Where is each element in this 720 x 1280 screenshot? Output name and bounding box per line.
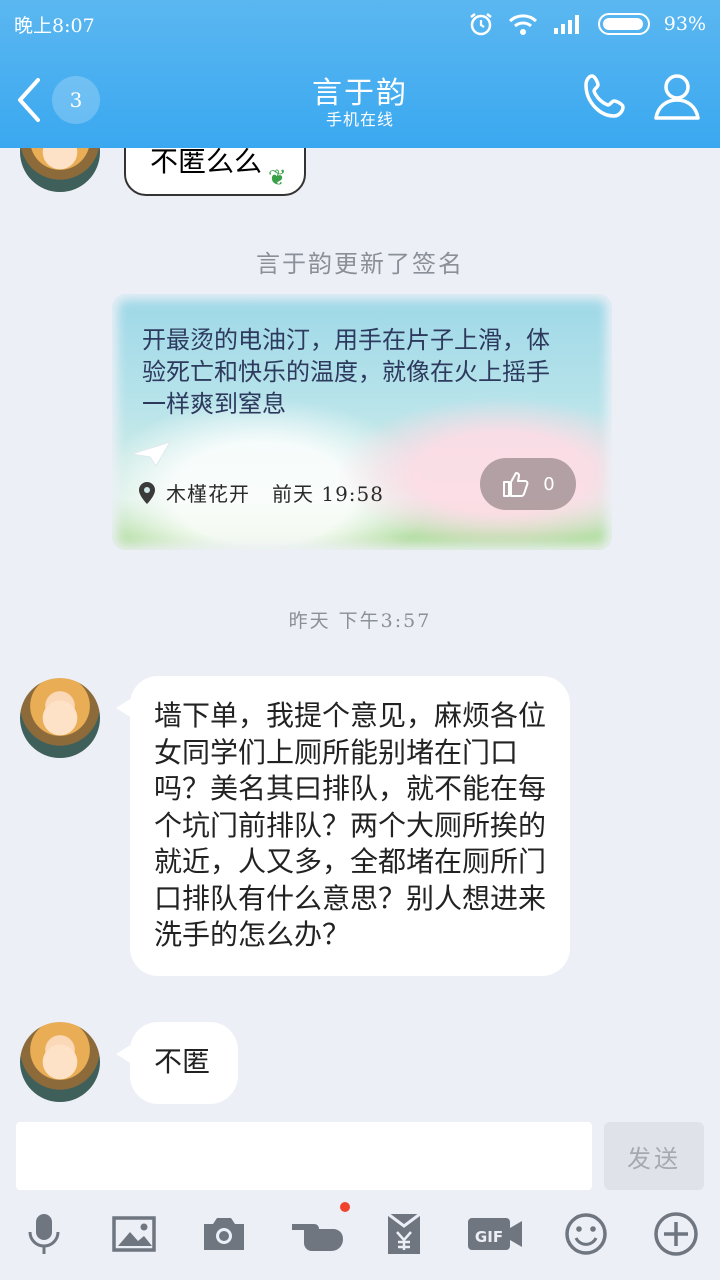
status-icons: 93% [468,11,706,37]
message-bubble[interactable]: 墙下单，我提个意见，麻烦各位女同学们上厕所能别堵在门口吗？美名其曰排队，就不能在… [116,676,570,976]
toolbar: GIF [0,1202,720,1270]
like-count: 0 [543,473,555,495]
signature-meta: 木槿花开 前天 19:58 [138,478,384,507]
signature-notice: 言于韵更新了签名 [256,250,464,278]
svg-text:GIF: GIF [475,1228,503,1246]
profile-button[interactable] [650,70,704,122]
input-bar: 发送 GIF [0,1118,720,1280]
battery-icon [597,13,650,35]
message-text: 墙下单，我提个意见，麻烦各位女同学们上厕所能别堵在门口吗？美名其曰排队，就不能在… [154,699,547,951]
timestamp: 昨天 下午3:57 [288,610,432,632]
nav-bar: 3 言于韵 手机在线 [0,60,720,140]
leaf-icon: ❦ [268,166,287,191]
camera-icon[interactable] [200,1210,248,1258]
avatar[interactable] [20,678,100,758]
message-bubble[interactable]: 不匿 [116,1022,238,1104]
thumbs-up-icon [503,472,529,497]
battery-percent: 93% [663,13,706,35]
plus-icon[interactable] [652,1210,700,1258]
signature-text: 开最烫的电油汀，用手在片子上滑，体验死亡和快乐的温度，就像在火上摇手一样爽到窒息 [142,326,550,418]
phone-icon [584,74,625,118]
status-time: 晚上8:07 [14,14,95,37]
status-bar: 晚上8:07 93% [0,0,720,48]
poke-icon[interactable] [290,1210,346,1258]
send-button[interactable]: 发送 [604,1122,704,1190]
microphone-icon[interactable] [20,1210,68,1258]
avatar[interactable] [20,1022,100,1102]
person-icon [654,74,700,120]
paper-plane-icon [131,441,172,467]
gif-icon[interactable]: GIF [466,1210,524,1258]
alarm-icon [470,13,492,36]
emoji-icon[interactable] [562,1210,610,1258]
signature-card[interactable]: 开最烫的电油汀，用手在片子上滑，体验死亡和快乐的温度，就像在火上摇手一样爽到窒息… [112,294,612,550]
like-button[interactable]: 0 [480,458,576,510]
message-input[interactable] [16,1122,592,1190]
signature-location: 木槿花开 [166,482,250,506]
top-bar: 晚上8:07 93% 3 言于韵 手机在线 [0,0,720,148]
wifi-icon [508,14,537,35]
signal-icon [553,15,579,34]
chat-area[interactable]: 不匿么么 ❦ 言于韵更新了签名 开最烫的电油汀，用手在片子上滑，体验死亡和快乐的… [0,148,720,1118]
signature-time: 前天 19:58 [272,482,384,506]
avatar[interactable] [20,148,100,192]
location-pin-icon [139,481,155,504]
image-icon[interactable] [110,1210,158,1258]
message-text: 不匿 [154,1045,211,1078]
notification-dot [340,1202,350,1212]
red-packet-icon[interactable] [380,1210,428,1258]
message-text: 不匿么么 [150,148,263,178]
call-button[interactable] [580,70,632,122]
